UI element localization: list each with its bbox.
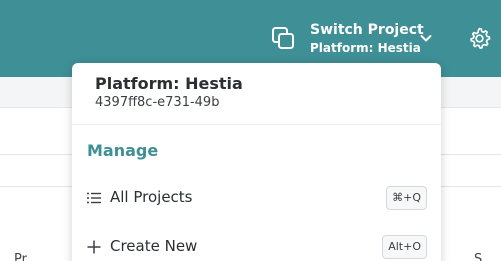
manage-section-title: Manage <box>87 141 159 160</box>
switch-project-label: Switch Project <box>310 22 424 38</box>
background-text-fragment: S <box>474 252 483 261</box>
menu-item-all-projects[interactable]: All Projects ⌘+Q <box>72 180 441 216</box>
gear-icon[interactable] <box>467 26 492 51</box>
switch-project-button[interactable]: Switch Project Platform: Hestia <box>310 21 424 57</box>
list-icon <box>87 192 101 204</box>
project-id: 4397ff8c-e731-49b <box>95 95 220 110</box>
menu-item-create-new[interactable]: Create New Alt+O <box>72 229 441 261</box>
keyboard-shortcut: Alt+O <box>382 235 427 259</box>
menu-item-label: Create New <box>110 237 198 255</box>
project-name: Platform: Hestia <box>95 74 243 93</box>
current-project-info: Platform: Hestia 4397ff8c-e731-49b <box>72 63 441 125</box>
background-text-fragment: Pr <box>14 252 27 261</box>
plus-icon <box>87 240 101 254</box>
current-project-label: Platform: Hestia <box>310 41 421 55</box>
menu-item-label: All Projects <box>110 188 193 206</box>
copy-stack-icon[interactable] <box>271 26 295 50</box>
switch-project-dropdown: Platform: Hestia 4397ff8c-e731-49b Manag… <box>72 63 441 261</box>
chevron-down-icon[interactable] <box>418 30 434 46</box>
keyboard-shortcut: ⌘+Q <box>386 186 427 210</box>
app-page: Pr S Switch Project Platform: Hestia Pla… <box>0 0 501 261</box>
